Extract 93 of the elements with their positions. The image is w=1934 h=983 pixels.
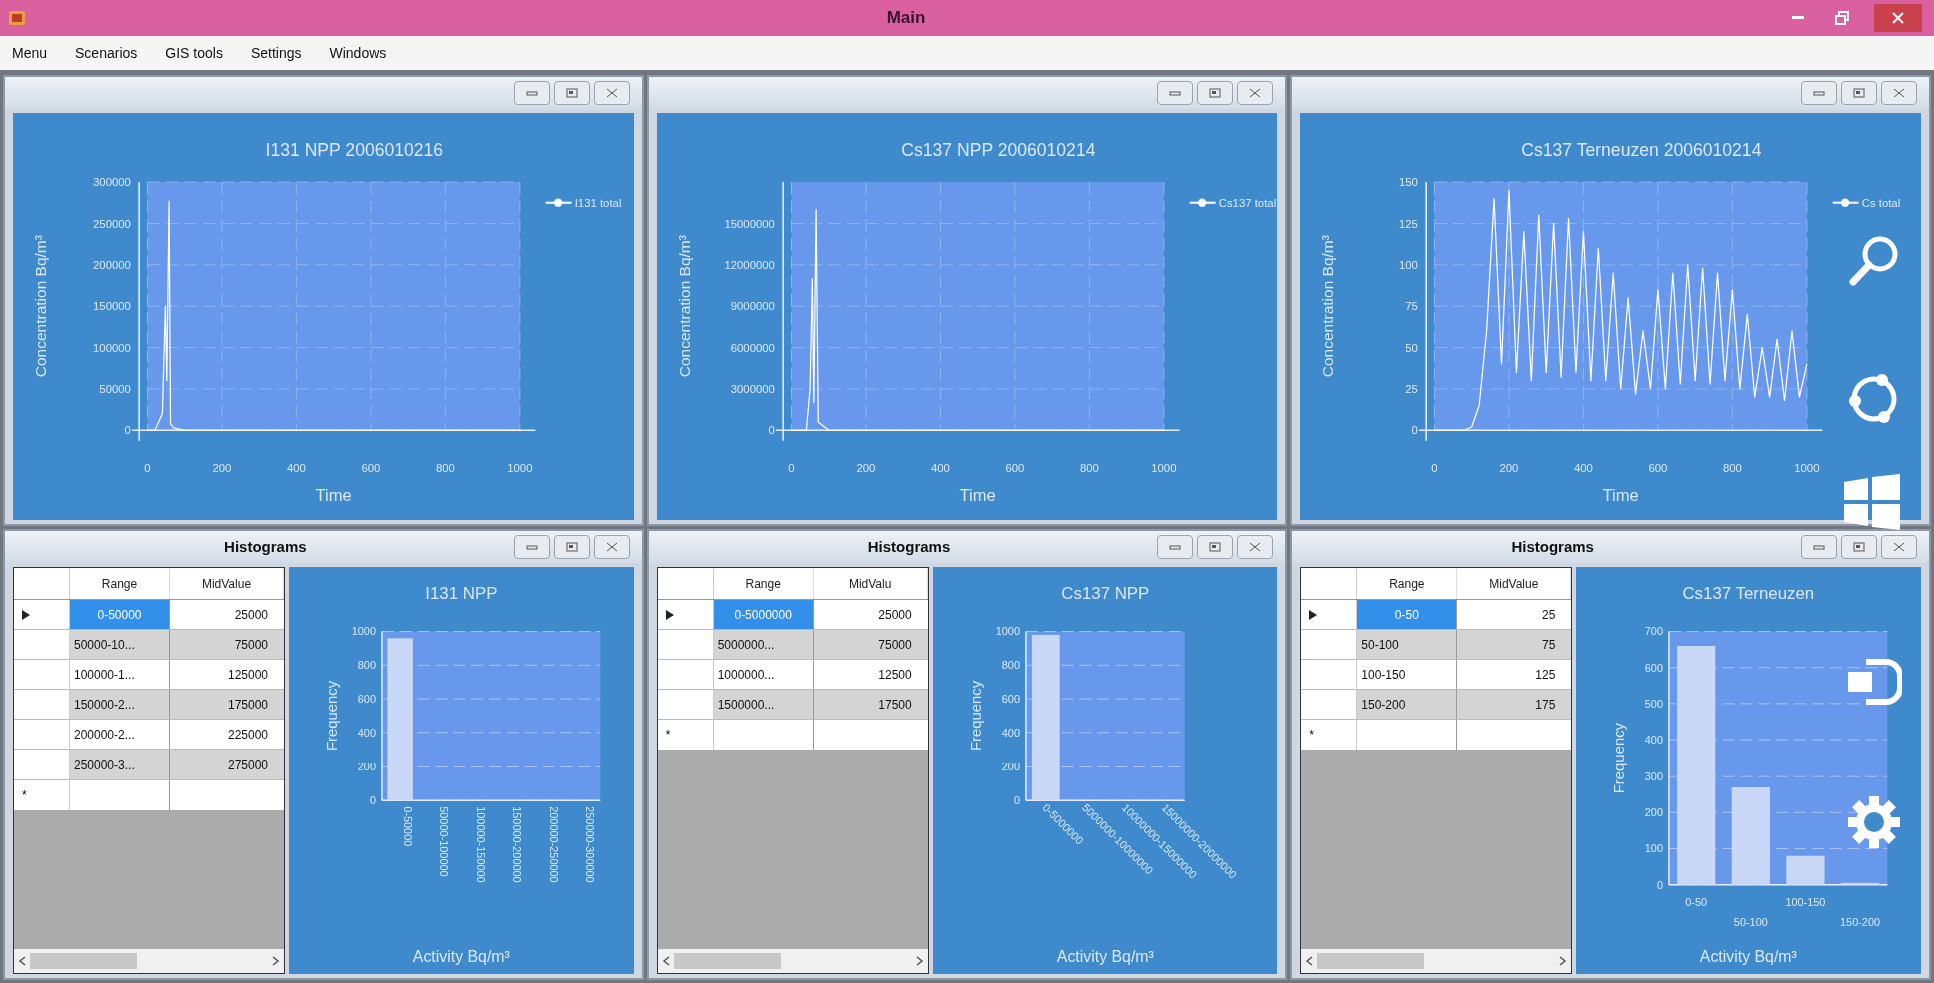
y-tick-label: 1000: [351, 625, 376, 638]
x-axis-title: Time: [315, 485, 352, 505]
x-tick-label: 600: [361, 461, 381, 474]
y-tick-label: 9000000: [730, 300, 775, 313]
y-tick-label: 200: [1001, 760, 1020, 773]
y-tick-label: 50000: [99, 383, 131, 396]
x-tick-label: 1000: [507, 461, 533, 474]
chart-title: Cs137 Terneuzen 2006010214: [1521, 140, 1762, 161]
y-tick-label: 600: [1645, 661, 1664, 674]
y-tick-label: 500: [1645, 697, 1664, 710]
y-axis-title: Frequency: [1611, 722, 1628, 794]
y-axis-title: Frequency: [324, 680, 341, 752]
x-tick-label: 0: [1431, 461, 1438, 474]
chart-title: Cs137 NPP 2006010214: [900, 140, 1096, 161]
y-tick-label: 50: [1405, 341, 1419, 354]
x-tick-label: 150000-200000: [511, 806, 524, 883]
x-tick-label: 0-50000: [402, 806, 415, 847]
y-axis-title: Concentration Bq/m³: [1319, 235, 1337, 378]
y-tick-label: 200: [357, 760, 376, 773]
x-tick-label: 150-200: [1840, 916, 1881, 929]
x-tick-label: 800: [435, 461, 455, 474]
y-tick-label: 25: [1405, 383, 1419, 396]
chart-title: I131 NPP: [425, 583, 498, 603]
window-title: Histograms: [867, 536, 951, 557]
x-tick-label: 400: [286, 461, 306, 474]
x-tick-label: 1000: [1794, 461, 1820, 474]
x-tick-label: 50-100: [1734, 916, 1769, 929]
x-tick-label: 0: [144, 461, 151, 474]
y-tick-label: 600: [1001, 693, 1020, 705]
x-tick-label: 0-50: [1685, 896, 1708, 909]
chart-title: Cs137 NPP: [1060, 583, 1150, 603]
legend-label: Cs137 total: [1218, 196, 1276, 209]
y-tick-label: 0: [768, 424, 775, 437]
y-tick-label: 150: [1399, 176, 1419, 189]
y-tick-label: 250000: [93, 217, 131, 230]
y-tick-label: 300000: [93, 176, 131, 189]
window-title: Histograms: [1511, 536, 1594, 557]
y-tick-label: 800: [357, 659, 376, 672]
x-axis-title: Time: [1602, 485, 1640, 505]
x-tick-label: 200: [856, 461, 876, 474]
x-tick-label: 1000: [1150, 461, 1177, 474]
chart-title: I131 NPP 2006010216: [265, 140, 444, 161]
x-tick-label: 600: [1648, 461, 1668, 474]
x-tick-label: 400: [1574, 461, 1594, 474]
y-tick-label: 6000000: [730, 341, 775, 354]
y-axis-title: Concentration Bq/m³: [675, 235, 693, 378]
window-title: Main: [886, 7, 926, 30]
y-tick-label: 75: [1405, 300, 1419, 313]
x-tick-label: 200: [212, 461, 232, 474]
x-tick-label: 600: [1005, 461, 1025, 474]
y-axis-title: Frequency: [967, 680, 984, 752]
x-tick-label: 250000-300000: [584, 806, 597, 883]
y-tick-label: 100: [1399, 258, 1419, 271]
x-tick-label: 800: [1723, 461, 1743, 474]
x-tick-label: 200000-250000: [547, 806, 560, 883]
y-tick-label: 400: [1645, 734, 1664, 746]
y-tick-label: 300: [1645, 770, 1664, 783]
y-tick-label: 12000000: [724, 258, 775, 271]
y-tick-label: 0: [1013, 794, 1020, 807]
y-tick-label: 400: [1001, 726, 1020, 739]
x-tick-label: 800: [1079, 461, 1099, 474]
y-tick-label: 15000000: [724, 217, 775, 230]
window-title: Histograms: [224, 536, 307, 557]
y-axis-title: Concentration Bq/m³: [32, 235, 50, 378]
y-tick-label: 0: [124, 424, 131, 437]
x-axis-title: Time: [959, 485, 996, 505]
x-tick-label: 100-150: [1785, 896, 1826, 909]
y-tick-label: 200: [1645, 806, 1664, 819]
y-tick-label: 100000: [93, 341, 131, 354]
y-tick-label: 0: [369, 794, 376, 807]
x-axis-title: Activity Bq/m³: [412, 948, 510, 966]
x-tick-label: 400: [930, 461, 950, 474]
x-tick-label: 100000-150000: [474, 806, 487, 883]
y-tick-label: 100: [1645, 842, 1664, 855]
y-tick-label: 150000: [93, 300, 131, 313]
y-tick-label: 3000000: [730, 383, 775, 396]
y-tick-label: 125: [1399, 217, 1419, 230]
y-tick-label: 0: [1411, 424, 1419, 437]
y-tick-label: 400: [357, 726, 376, 739]
legend-label: I131 total: [574, 196, 622, 209]
x-tick-label: 0: [787, 461, 795, 474]
y-tick-label: 0: [1657, 878, 1664, 891]
y-tick-label: 200000: [93, 258, 131, 271]
x-axis-title: Activity Bq/m³: [1700, 948, 1798, 966]
x-tick-label: 50000-100000: [438, 806, 451, 877]
x-tick-label: 200: [1499, 461, 1519, 474]
x-axis-title: Activity Bq/m³: [1056, 948, 1154, 966]
y-tick-label: 800: [1001, 659, 1020, 672]
legend-label: Cs total: [1862, 196, 1901, 209]
y-tick-label: 700: [1645, 625, 1664, 638]
y-tick-label: 600: [357, 693, 376, 705]
y-tick-label: 1000: [995, 625, 1020, 638]
chart-title: Cs137 Terneuzen: [1682, 583, 1815, 603]
